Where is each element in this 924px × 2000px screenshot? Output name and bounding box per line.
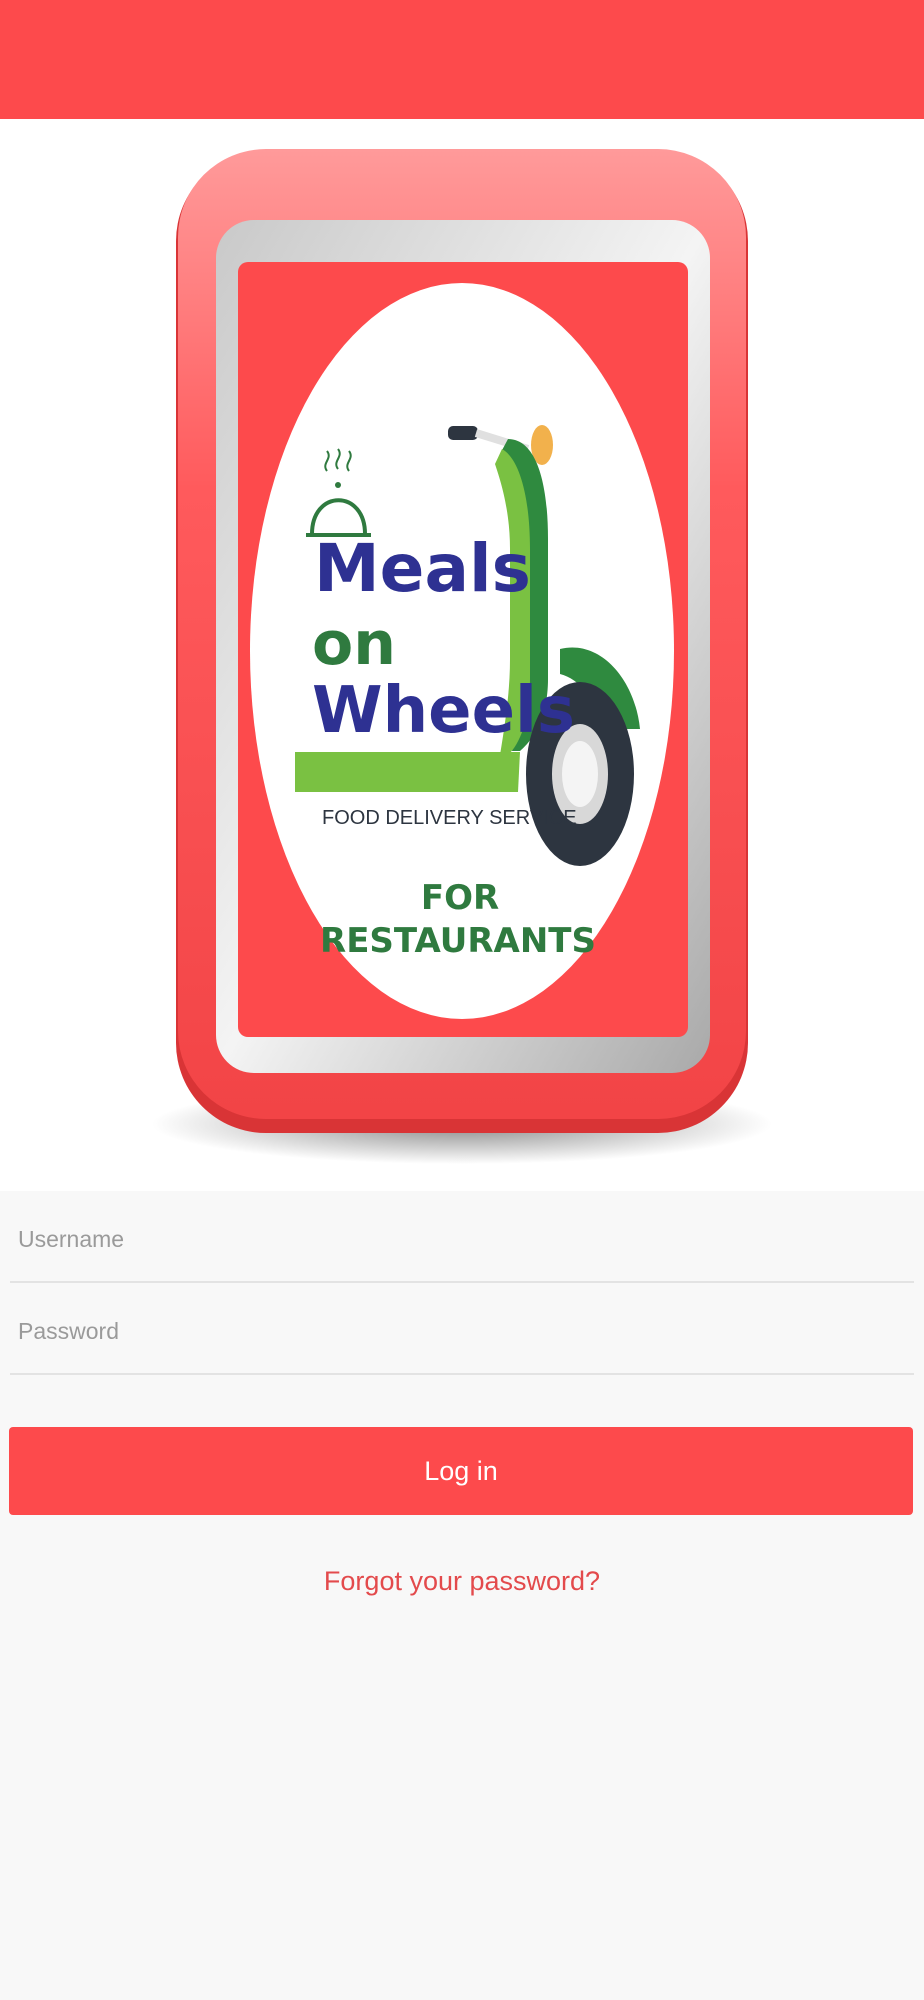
login-form: Log in Forgot your password? — [0, 1191, 924, 2000]
password-input[interactable] — [18, 1311, 898, 1351]
logo-subtitle-line2: RESTAURANTS — [320, 921, 596, 961]
password-field — [10, 1283, 914, 1375]
logo-tagline: FOOD DELIVERY SERVICE — [322, 807, 577, 829]
login-button[interactable]: Log in — [9, 1427, 913, 1515]
forgot-password-link[interactable]: Forgot your password? — [0, 1566, 924, 1597]
logo-subtitle-line1: FOR — [421, 878, 499, 918]
logo-title-line2: on — [312, 609, 396, 679]
username-input[interactable] — [18, 1219, 898, 1259]
top-app-bar — [0, 0, 924, 119]
logo-area: Meals on Wheels FOOD DELIVERY SERVICE FO… — [0, 119, 924, 1191]
logo-title-line3: Wheels — [312, 674, 575, 748]
logo-title-line1: Meals — [314, 530, 531, 607]
app-logo: Meals on Wheels FOOD DELIVERY SERVICE FO… — [152, 149, 772, 1164]
username-field — [10, 1191, 914, 1283]
